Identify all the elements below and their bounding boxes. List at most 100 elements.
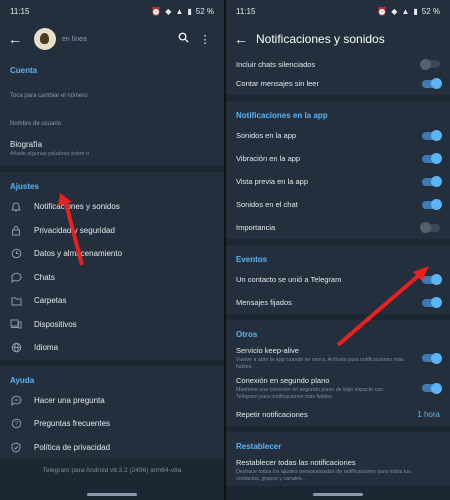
toggle-switch[interactable]	[422, 274, 442, 285]
bio-title: Biografía	[10, 140, 43, 149]
settings-screen: 11:15 ⏰ ◆ ▲ ▮ 52 % ← en línea ⋮ Cuenta T…	[0, 0, 224, 500]
menu-item-chats[interactable]: Chats	[0, 266, 224, 290]
in-app-section: Notificaciones en la app Sonidos en la a…	[226, 101, 450, 239]
settings-header: Ajustes	[10, 182, 39, 191]
clock-icon	[10, 248, 22, 260]
toggle-switch[interactable]	[420, 222, 440, 233]
help-section: Ayuda Hacer una pregunta ? Preguntas fre…	[0, 365, 224, 460]
menu-item-folders[interactable]: Carpetas	[0, 289, 224, 313]
setting-label: Vista previa en la app	[236, 177, 308, 186]
toggle-switch[interactable]	[422, 382, 442, 394]
setting-label: Incluir chats silenciados	[236, 59, 316, 69]
avatar[interactable]	[34, 28, 56, 50]
menu-item-faq[interactable]: ? Preguntas frecuentes	[0, 412, 224, 436]
more-menu-icon[interactable]: ⋮	[194, 33, 216, 46]
menu-item-privacy-policy[interactable]: Política de privacidad	[0, 436, 224, 460]
phone-number-row[interactable]: Toca para cambiar el número	[0, 79, 224, 113]
search-icon[interactable]	[172, 32, 194, 46]
status-bar: 11:15 ⏰ ◆ ▲ ▮ 52 %	[226, 0, 450, 22]
toggle-switch[interactable]	[422, 130, 442, 141]
setting-label: Restablecer todas las notificaciones	[236, 458, 356, 468]
others-section: Otros Servicio keep-alive Vuelve a abrir…	[226, 320, 450, 427]
menu-item-language[interactable]: Idioma	[0, 336, 224, 360]
in-app-header: Notificaciones en la app	[236, 111, 328, 120]
setting-row-chat-sounds[interactable]: Sonidos en el chat	[226, 193, 450, 216]
app-version: Telegram para Android v8.3.2 (2496) arm6…	[42, 467, 182, 474]
online-status: en línea	[62, 35, 87, 43]
setting-label: Sonidos en la app	[236, 131, 297, 140]
setting-row-in-app-vibrate[interactable]: Vibración en la app	[226, 147, 450, 170]
setting-row-contact-joined[interactable]: Un contacto se unió a Telegram	[226, 268, 450, 291]
menu-item-label: Chats	[34, 272, 55, 282]
username-hint: Nombre de usuario	[10, 121, 62, 127]
signal-icon: ▲	[175, 6, 184, 16]
svg-text:?: ?	[14, 422, 18, 428]
shield-icon	[10, 441, 22, 453]
setting-label: Mensajes fijados	[236, 298, 292, 307]
setting-row-background-connection[interactable]: Conexión en segundo plano Mantiene una c…	[226, 373, 450, 403]
toggle-switch[interactable]	[420, 58, 440, 70]
status-bar: 11:15 ⏰ ◆ ▲ ▮ 52 %	[0, 0, 224, 22]
menu-item-ask-question[interactable]: Hacer una pregunta	[0, 389, 224, 413]
setting-row-count-unread[interactable]: Contar mensajes sin leer	[226, 72, 450, 95]
notifications-screen: 11:15 ⏰ ◆ ▲ ▮ 52 % ← Notificaciones y so…	[226, 0, 450, 500]
alarm-icon: ⏰	[151, 6, 162, 16]
battery-text: 52 %	[195, 6, 214, 16]
menu-item-label: Preguntas frecuentes	[34, 419, 111, 429]
menu-item-privacy[interactable]: Privacidad y seguridad	[0, 219, 224, 243]
counter-section: Incluir chats silenciados Contar mensaje…	[226, 56, 450, 95]
setting-row-repeat-notifications[interactable]: Repetir notificaciones 1 hora	[226, 403, 450, 426]
setting-row-pinned-messages[interactable]: Mensajes fijados	[226, 291, 450, 314]
setting-row-keep-alive[interactable]: Servicio keep-alive Vuelve a abrir la ap…	[226, 343, 450, 373]
back-arrow-icon[interactable]: ←	[234, 31, 256, 47]
account-section: Cuenta Toca para cambiar el número Nombr…	[0, 56, 224, 166]
gesture-bar[interactable]	[87, 493, 137, 496]
gesture-bar[interactable]	[313, 493, 363, 496]
phone-hint: Toca para cambiar el número	[10, 93, 88, 99]
others-header: Otros	[236, 330, 258, 339]
username-row[interactable]: Nombre de usuario	[0, 113, 224, 135]
events-section: Eventos Un contacto se unió a Telegram M…	[226, 245, 450, 314]
page-title: Notificaciones y sonidos	[256, 32, 385, 46]
setting-label: Repetir notificaciones	[236, 410, 308, 420]
menu-item-notifications[interactable]: Notificaciones y sonidos	[0, 195, 224, 219]
setting-label: Vibración en la app	[236, 154, 301, 163]
bell-icon	[10, 201, 22, 213]
setting-row-in-app-preview[interactable]: Vista previa en la app	[226, 170, 450, 193]
toggle-switch[interactable]	[422, 199, 442, 210]
menu-item-label: Carpetas	[34, 296, 67, 306]
setting-description: Deshace todos los ajustes personalizados…	[236, 469, 411, 483]
setting-row-in-app-sounds[interactable]: Sonidos en la app	[226, 124, 450, 147]
menu-item-label: Privacidad y seguridad	[34, 225, 115, 235]
menu-item-data[interactable]: Datos y almacenamiento	[0, 242, 224, 266]
toggle-switch[interactable]	[422, 78, 442, 89]
battery-text: 52 %	[421, 6, 440, 16]
battery-icon: ▮	[187, 6, 192, 16]
setting-label: Importancia	[236, 223, 276, 232]
chat-icon	[10, 394, 22, 406]
toggle-switch[interactable]	[422, 176, 442, 187]
folder-icon	[10, 295, 22, 307]
settings-section: Ajustes Notificaciones y sonidos Privaci…	[0, 172, 224, 360]
setting-label: Sonidos en el chat	[236, 200, 298, 209]
reset-section: Restablecer Restablecer todas las notifi…	[226, 432, 450, 486]
menu-item-label: Política de privacidad	[34, 442, 111, 452]
setting-row-include-muted[interactable]: Incluir chats silenciados	[226, 56, 450, 72]
setting-description: Mantiene una conexión en segundo plano d…	[236, 387, 384, 400]
help-icon: ?	[10, 418, 22, 430]
setting-row-reset-all[interactable]: Restablecer todas las notificaciones Des…	[226, 455, 450, 485]
menu-item-label: Hacer una pregunta	[34, 395, 105, 405]
setting-row-importance[interactable]: Importancia	[226, 216, 450, 239]
chat-icon	[10, 271, 22, 283]
toggle-switch[interactable]	[422, 297, 442, 308]
toggle-switch[interactable]	[422, 153, 442, 164]
signal-icon: ▲	[401, 6, 410, 16]
toggle-switch[interactable]	[422, 352, 442, 364]
wifi-icon: ◆	[165, 6, 172, 16]
setting-label: Conexión en segundo plano	[236, 376, 330, 386]
setting-description: Vuelve a abrir la app cuando se cierra. …	[236, 357, 404, 370]
back-arrow-icon[interactable]: ←	[8, 31, 30, 47]
bio-row[interactable]: Biografía Añade algunas palabras sobre t…	[0, 135, 224, 166]
menu-item-devices[interactable]: Dispositivos	[0, 313, 224, 337]
reset-header: Restablecer	[236, 442, 282, 452]
